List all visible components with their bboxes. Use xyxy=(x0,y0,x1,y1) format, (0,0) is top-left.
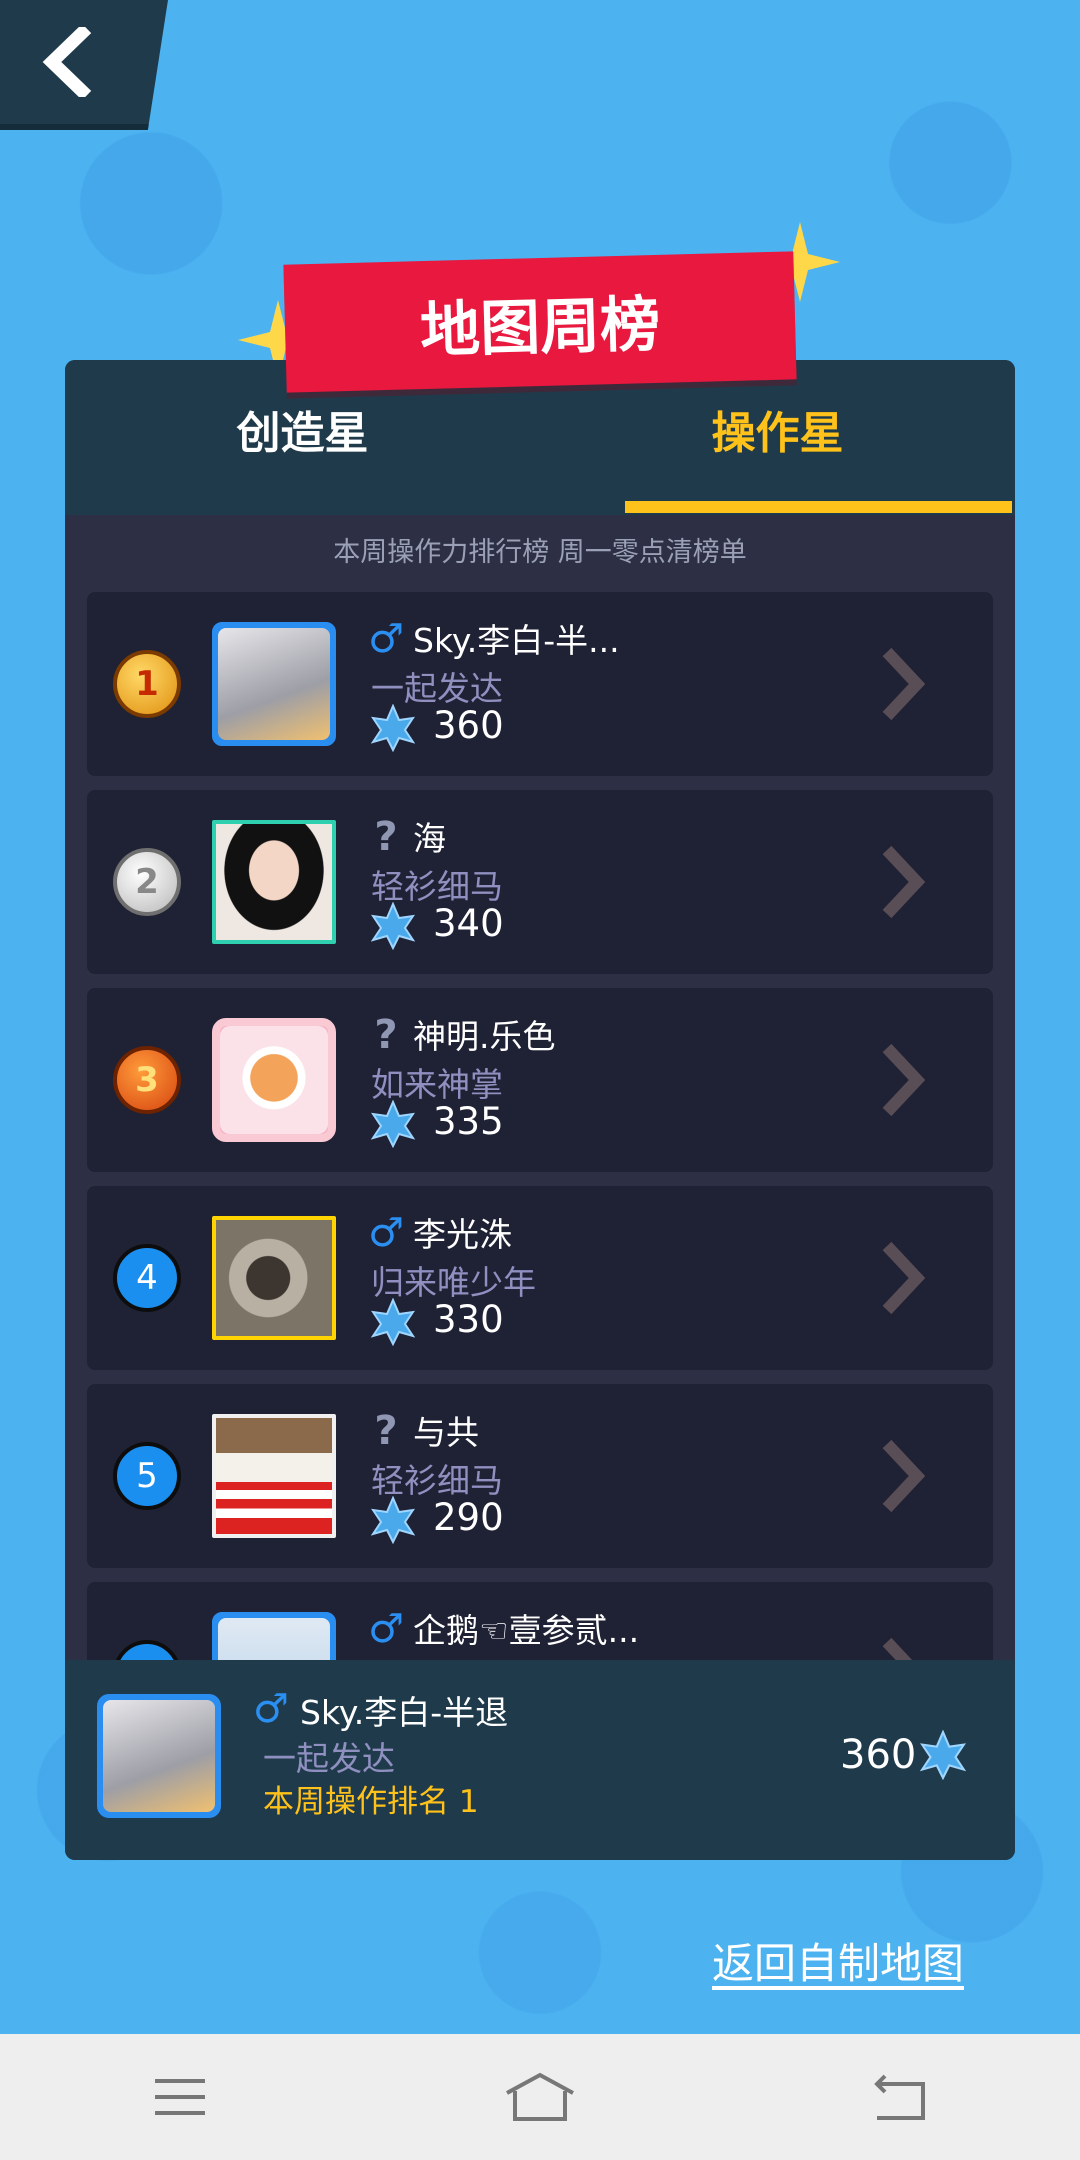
player-name: 海 xyxy=(413,819,446,858)
menu-icon xyxy=(155,2079,205,2115)
star-score-icon xyxy=(371,1100,415,1148)
avatar[interactable] xyxy=(212,622,336,746)
chevron-left-icon xyxy=(42,27,92,97)
map-name: 轻衫细马 xyxy=(371,867,503,906)
star-score-icon xyxy=(371,1496,415,1544)
rank-medal-gold: 1 xyxy=(113,650,181,718)
avatar[interactable] xyxy=(212,1018,336,1142)
my-rank-bar: ♂ Sky.李白-半退 一起发达 本周操作排名 1 360 xyxy=(65,1660,1015,1860)
score-value: 340 xyxy=(433,902,504,945)
unknown-gender-icon: ? xyxy=(374,1408,398,1454)
rank-medal-bronze: 3 xyxy=(113,1046,181,1114)
star-score-icon xyxy=(371,902,415,950)
avatar[interactable] xyxy=(212,820,336,944)
ranking-row[interactable]: 6 ♂ 企鹅☜壹参贰... xyxy=(87,1582,993,1660)
player-name: 企鹅☜壹参贰... xyxy=(413,1611,640,1650)
active-tab-indicator xyxy=(625,501,1012,513)
map-name: 一起发达 xyxy=(371,669,503,708)
my-player-name: Sky.李白-半退 xyxy=(300,1693,509,1732)
chevron-right-icon[interactable] xyxy=(879,644,927,724)
back-button[interactable] xyxy=(0,0,168,130)
star-score-icon xyxy=(371,1298,415,1346)
back-nav-button[interactable] xyxy=(860,2067,940,2127)
rank-number: 4 xyxy=(113,1244,181,1312)
map-name: 归来唯少年 xyxy=(371,1263,536,1302)
ranking-row[interactable]: 1 ♂ Sky.李白-半... 一起发达 360 xyxy=(87,592,993,776)
score-value: 335 xyxy=(433,1100,504,1143)
star-score-icon xyxy=(920,1730,966,1780)
map-name: 轻衫细马 xyxy=(371,1461,503,1500)
ranking-list[interactable]: 1 ♂ Sky.李白-半... 一起发达 360 2 ? 海 轻衫细马 340 … xyxy=(87,592,993,1660)
player-name: 神明.乐色 xyxy=(413,1017,556,1056)
ranking-row[interactable]: 3 ? 神明.乐色 如来神掌 335 xyxy=(87,988,993,1172)
ranking-row[interactable]: 4 ♂ 李光洙 归来唯少年 330 xyxy=(87,1186,993,1370)
my-score-value: 360 xyxy=(840,1732,917,1778)
ranking-row[interactable]: 5 ? 与共 轻衫细马 290 xyxy=(87,1384,993,1568)
my-avatar[interactable] xyxy=(97,1694,221,1818)
score-value: 290 xyxy=(433,1496,504,1539)
star-score-icon xyxy=(371,704,415,752)
player-name: 李光洙 xyxy=(413,1215,512,1254)
chevron-right-icon[interactable] xyxy=(879,1436,927,1516)
avatar[interactable] xyxy=(212,1414,336,1538)
rank-number: 5 xyxy=(113,1442,181,1510)
ranking-row[interactable]: 2 ? 海 轻衫细马 340 xyxy=(87,790,993,974)
map-name: 如来神掌 xyxy=(371,1065,503,1104)
rank-medal-silver: 2 xyxy=(113,848,181,916)
unknown-gender-icon: ? xyxy=(374,1012,398,1058)
chevron-right-icon[interactable] xyxy=(879,842,927,922)
system-navigation-bar xyxy=(0,2034,1080,2160)
score-value: 360 xyxy=(433,704,504,747)
avatar[interactable] xyxy=(212,1216,336,1340)
page-title: 地图周榜 xyxy=(283,251,797,393)
avatar[interactable] xyxy=(212,1612,336,1660)
player-name: Sky.李白-半... xyxy=(413,621,620,660)
leaderboard-panel: 创造星 操作星 本周操作力排行榜 周一零点清榜单 1 ♂ Sky.李白-半...… xyxy=(65,360,1015,1860)
rank-number: 6 xyxy=(113,1640,181,1660)
home-icon xyxy=(506,2072,574,2121)
player-name: 与共 xyxy=(413,1413,479,1452)
my-weekly-rank: 本周操作排名 1 xyxy=(263,1784,479,1820)
unknown-gender-icon: ? xyxy=(374,814,398,860)
chevron-right-icon[interactable] xyxy=(879,1634,927,1660)
score-value: 330 xyxy=(433,1298,504,1341)
return-custom-map-link[interactable]: 返回自制地图 xyxy=(712,1930,964,1991)
home-button[interactable] xyxy=(500,2067,580,2127)
chevron-right-icon[interactable] xyxy=(879,1238,927,1318)
menu-button[interactable] xyxy=(140,2067,220,2127)
back-icon xyxy=(874,2074,925,2120)
male-icon: ♂ xyxy=(368,616,404,662)
male-icon: ♂ xyxy=(368,1606,404,1652)
chevron-right-icon[interactable] xyxy=(879,1040,927,1120)
male-icon: ♂ xyxy=(368,1210,404,1256)
male-icon: ♂ xyxy=(253,1686,289,1732)
leaderboard-subtitle: 本周操作力排行榜 周一零点清榜单 xyxy=(333,537,747,568)
my-map-name: 一起发达 xyxy=(263,1739,395,1778)
